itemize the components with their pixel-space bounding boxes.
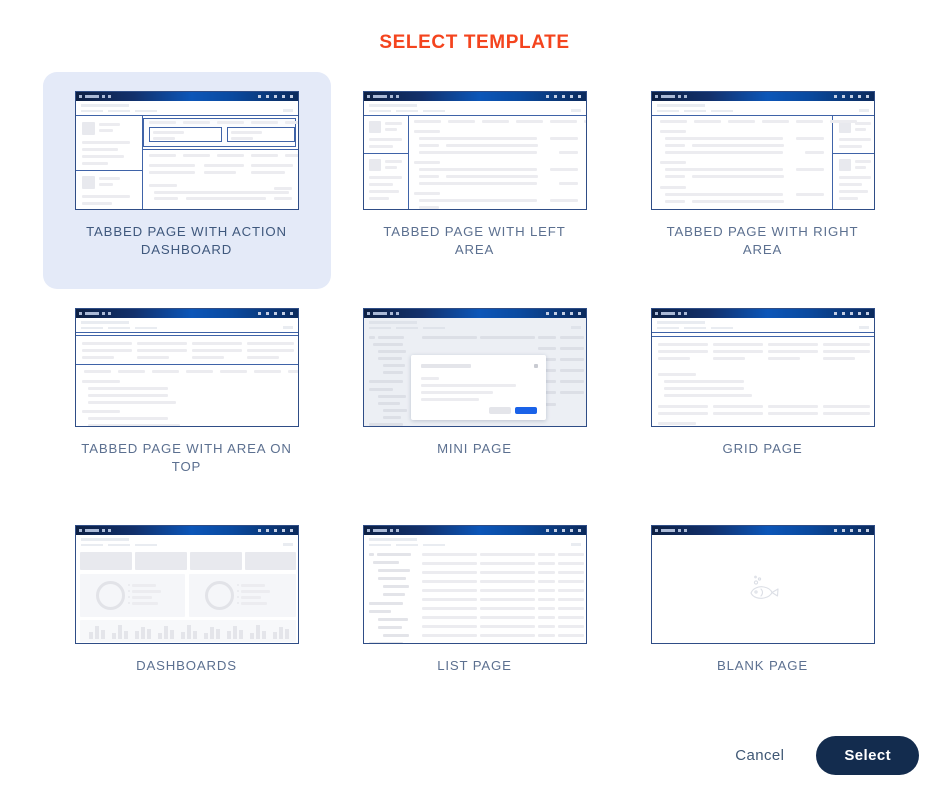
thumb-titlebar — [75, 309, 298, 318]
template-label: TABBED PAGE WITH LEFT AREA — [383, 224, 566, 257]
thumb-breadcrumb-bar — [363, 535, 586, 550]
thumb-body — [652, 535, 874, 643]
thumb-titlebar — [651, 92, 874, 101]
titlebar-dots-icon — [257, 312, 293, 315]
bar-chart-icon — [134, 624, 151, 639]
thumb-titlebar — [363, 526, 586, 535]
template-label: BLANK PAGE — [716, 658, 809, 673]
thumbnail-area-on-top — [74, 308, 299, 427]
thumb-body — [76, 550, 298, 643]
thumb-body — [652, 116, 874, 209]
page-title: SELECT TEMPLATE — [379, 32, 570, 53]
template-label: DASHBOARDS — [136, 658, 237, 673]
template-card-list-page[interactable]: LIST PAGE — [331, 506, 619, 723]
thumbnail-action-dashboard — [74, 91, 299, 210]
thumb-body — [651, 333, 874, 426]
template-card-dashboards[interactable]: DASHBOARDS — [43, 506, 331, 723]
thumb-modal-dialog — [410, 355, 546, 420]
thumb-breadcrumb-bar — [75, 101, 298, 116]
template-label: LIST PAGE — [437, 658, 512, 673]
template-label: TABBED PAGE WITH RIGHT AREA — [666, 224, 859, 257]
template-card-blank-page[interactable]: BLANK PAGE — [619, 506, 907, 723]
thumbnail-right-area — [650, 91, 875, 210]
template-grid: TABBED PAGE WITH ACTION DASHBOARD TABBED… — [40, 54, 910, 723]
thumb-titlebar — [75, 92, 298, 101]
template-card-mini-page[interactable]: MINI PAGE — [331, 289, 619, 506]
bar-chart-icon — [157, 624, 174, 639]
template-card-tabbed-page-with-action-dashboard[interactable]: TABBED PAGE WITH ACTION DASHBOARD — [42, 72, 331, 289]
donut-chart-icon — [204, 581, 234, 610]
template-card-tabbed-page-with-right-area[interactable]: TABBED PAGE WITH RIGHT AREA — [619, 72, 907, 289]
template-card-tabbed-page-with-left-area[interactable]: TABBED PAGE WITH LEFT AREA — [331, 72, 619, 289]
kpi-tile — [189, 552, 242, 570]
thumbnail-left-area — [362, 91, 587, 210]
template-label: TABBED PAGE WITH ACTION DASHBOARD — [86, 224, 287, 257]
kpi-tile — [134, 552, 187, 570]
titlebar-dots-icon — [833, 95, 869, 98]
bar-chart-icon — [226, 624, 243, 639]
titlebar-dots-icon — [833, 312, 869, 315]
thumb-breadcrumb-bar — [363, 101, 586, 116]
thumb-modal-cancel — [488, 407, 511, 414]
thumbnail-list-page — [362, 525, 587, 644]
bar-chart-icon — [180, 624, 197, 639]
bar-chart-icon — [249, 624, 266, 639]
template-card-tabbed-page-with-area-on-top[interactable]: TABBED PAGE WITH AREA ON TOP — [43, 289, 331, 506]
bar-chart-icon — [272, 624, 289, 639]
bar-chart-icon — [203, 624, 220, 639]
thumb-body — [363, 116, 586, 209]
titlebar-dots-icon — [545, 95, 581, 98]
template-label: GRID PAGE — [722, 441, 803, 456]
thumb-breadcrumb-bar — [651, 101, 874, 116]
template-card-grid-page[interactable]: GRID PAGE — [619, 289, 907, 506]
thumb-body — [364, 550, 586, 643]
titlebar-dots-icon — [833, 529, 869, 532]
thumb-body — [75, 333, 298, 426]
thumb-titlebar — [651, 526, 874, 535]
thumb-titlebar — [363, 92, 586, 101]
template-label: TABBED PAGE WITH AREA ON TOP — [81, 441, 292, 474]
thumb-body — [75, 116, 298, 209]
thumb-body — [364, 333, 586, 426]
select-button[interactable]: Select — [816, 736, 919, 775]
thumb-titlebar — [363, 309, 586, 318]
titlebar-dots-icon — [257, 529, 293, 532]
template-label: MINI PAGE — [437, 441, 512, 456]
thumb-breadcrumb-bar — [75, 318, 298, 333]
cancel-button[interactable]: Cancel — [731, 739, 788, 772]
thumb-breadcrumb-bar — [363, 318, 586, 333]
titlebar-dots-icon — [257, 95, 293, 98]
titlebar-dots-icon — [545, 529, 581, 532]
thumb-titlebar — [75, 526, 298, 535]
dialog-footer: Cancel Select — [731, 736, 919, 775]
thumb-breadcrumb-bar — [75, 535, 298, 550]
thumbnail-mini-page — [362, 308, 587, 427]
donut-chart-icon — [95, 581, 125, 610]
kpi-tile — [244, 552, 296, 570]
thumbnail-blank-page — [650, 525, 875, 644]
thumb-modal-confirm — [514, 407, 537, 414]
thumbnail-grid-page — [650, 308, 875, 427]
thumbnail-dashboards — [74, 525, 299, 644]
bar-chart-icon — [111, 624, 128, 639]
thumb-titlebar — [651, 309, 874, 318]
select-template-dialog: SELECT TEMPLATE TABBED PAGE WITH ACTION … — [0, 0, 949, 803]
thumb-breadcrumb-bar — [651, 318, 874, 333]
kpi-tile — [79, 552, 132, 570]
titlebar-dots-icon — [545, 312, 581, 315]
bar-chart-icon — [88, 624, 105, 639]
fish-illustration-icon — [749, 575, 779, 599]
